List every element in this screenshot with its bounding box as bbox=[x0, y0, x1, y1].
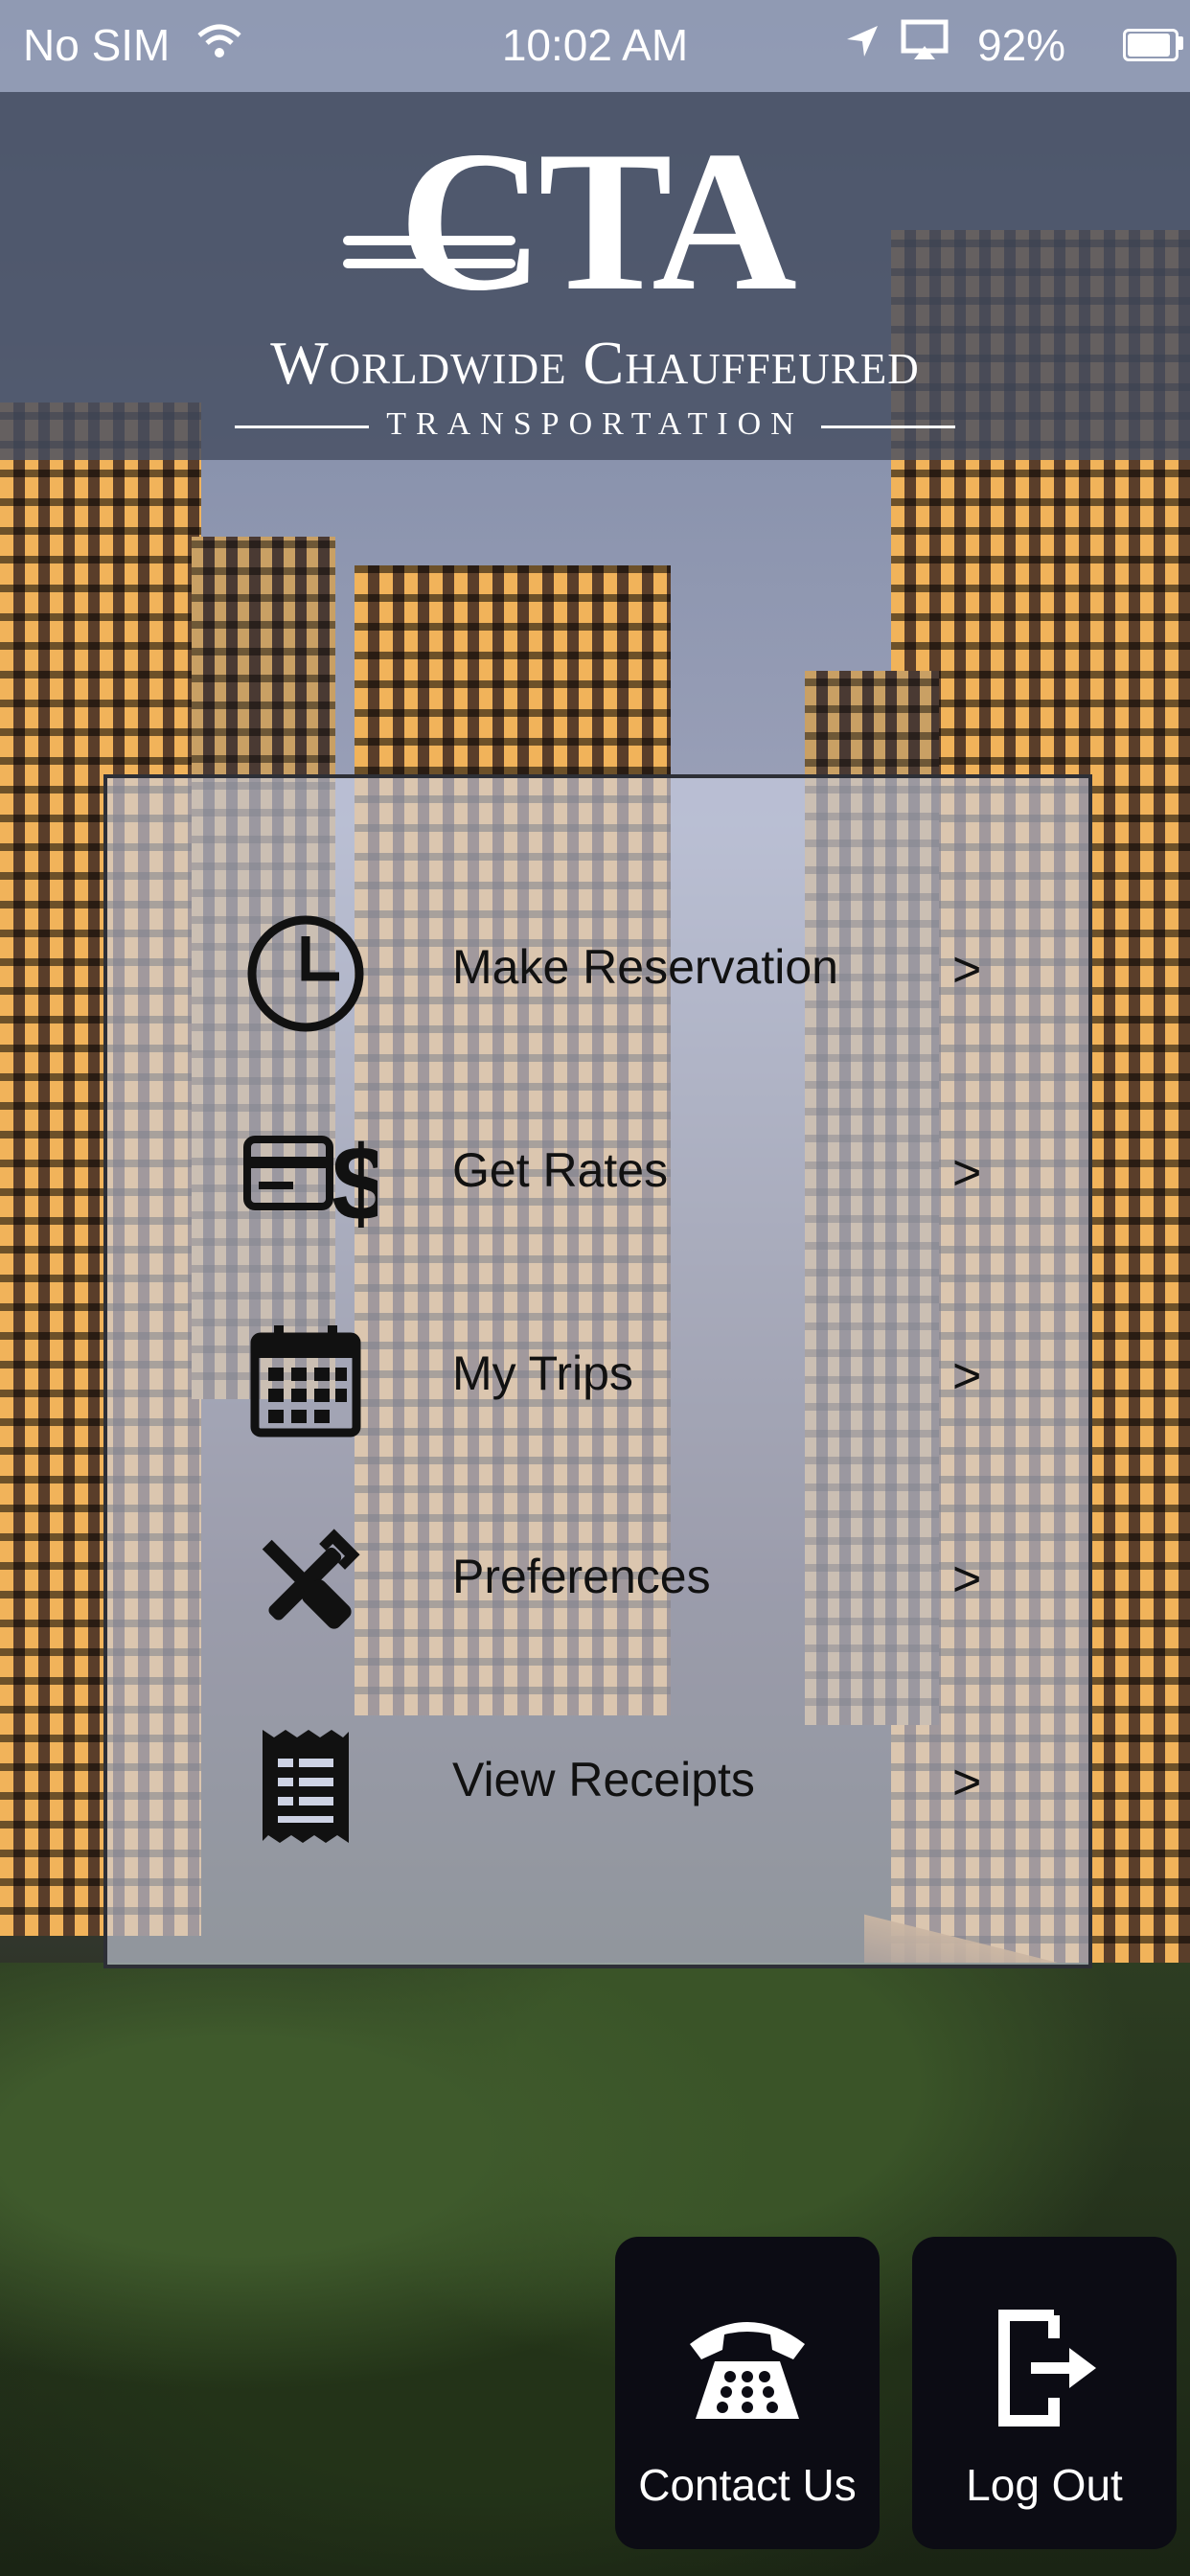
status-bar: No SIM 10:02 AM 92% bbox=[0, 0, 1190, 92]
chevron-right-icon: > bbox=[952, 1348, 982, 1404]
wrench-screwdriver-icon bbox=[243, 1521, 368, 1645]
company-logo: CTA Worldwide Chauffeured TRANSPORTATION bbox=[0, 121, 1190, 443]
log-out-label: Log Out bbox=[966, 2460, 1123, 2510]
log-out-button[interactable]: Log Out bbox=[912, 2237, 1177, 2549]
telephone-icon bbox=[680, 2306, 814, 2430]
calendar-icon bbox=[243, 1318, 368, 1442]
svg-text:$: $ bbox=[332, 1125, 378, 1239]
credit-card-dollar-icon: $ bbox=[243, 1115, 390, 1243]
menu-label: My Trips bbox=[452, 1346, 633, 1400]
menu-label: Preferences bbox=[452, 1550, 711, 1603]
contact-us-label: Contact Us bbox=[638, 2460, 857, 2510]
clock-icon bbox=[243, 911, 368, 1036]
menu-item-my-trips[interactable]: My Trips > bbox=[107, 1284, 1088, 1476]
chevron-right-icon: > bbox=[952, 942, 982, 998]
airplay-icon bbox=[901, 19, 949, 72]
menu-label: Make Reservation bbox=[452, 940, 838, 994]
battery-percent: 92% bbox=[977, 20, 1066, 70]
menu-item-get-rates[interactable]: $ Get Rates > bbox=[107, 1081, 1088, 1273]
logo-subtitle-text: TRANSPORTATION bbox=[386, 406, 804, 442]
logo-subtitle: TRANSPORTATION bbox=[0, 406, 1190, 443]
receipt-icon bbox=[243, 1724, 368, 1849]
menu-item-view-receipts[interactable]: View Receipts > bbox=[107, 1690, 1088, 1882]
menu-item-preferences[interactable]: Preferences > bbox=[107, 1487, 1088, 1679]
chevron-right-icon: > bbox=[952, 1145, 982, 1201]
main-menu: Make Reservation > $ Get Rates > My Trip… bbox=[103, 774, 1092, 1968]
menu-item-make-reservation[interactable]: Make Reservation > bbox=[107, 878, 1088, 1070]
battery-nub bbox=[1179, 36, 1183, 50]
logout-icon bbox=[977, 2306, 1111, 2430]
menu-label: View Receipts bbox=[452, 1753, 755, 1806]
menu-label: Get Rates bbox=[452, 1143, 669, 1197]
chevron-right-icon: > bbox=[952, 1755, 982, 1810]
header: CTA Worldwide Chauffeured TRANSPORTATION bbox=[0, 92, 1190, 460]
logo-name: Worldwide Chauffeured bbox=[270, 329, 920, 397]
chevron-right-icon: > bbox=[952, 1552, 982, 1607]
logo-stripes bbox=[343, 236, 515, 293]
contact-us-button[interactable]: Contact Us bbox=[615, 2237, 880, 2549]
location-arrow-icon bbox=[843, 19, 881, 71]
battery-icon bbox=[1123, 29, 1179, 61]
